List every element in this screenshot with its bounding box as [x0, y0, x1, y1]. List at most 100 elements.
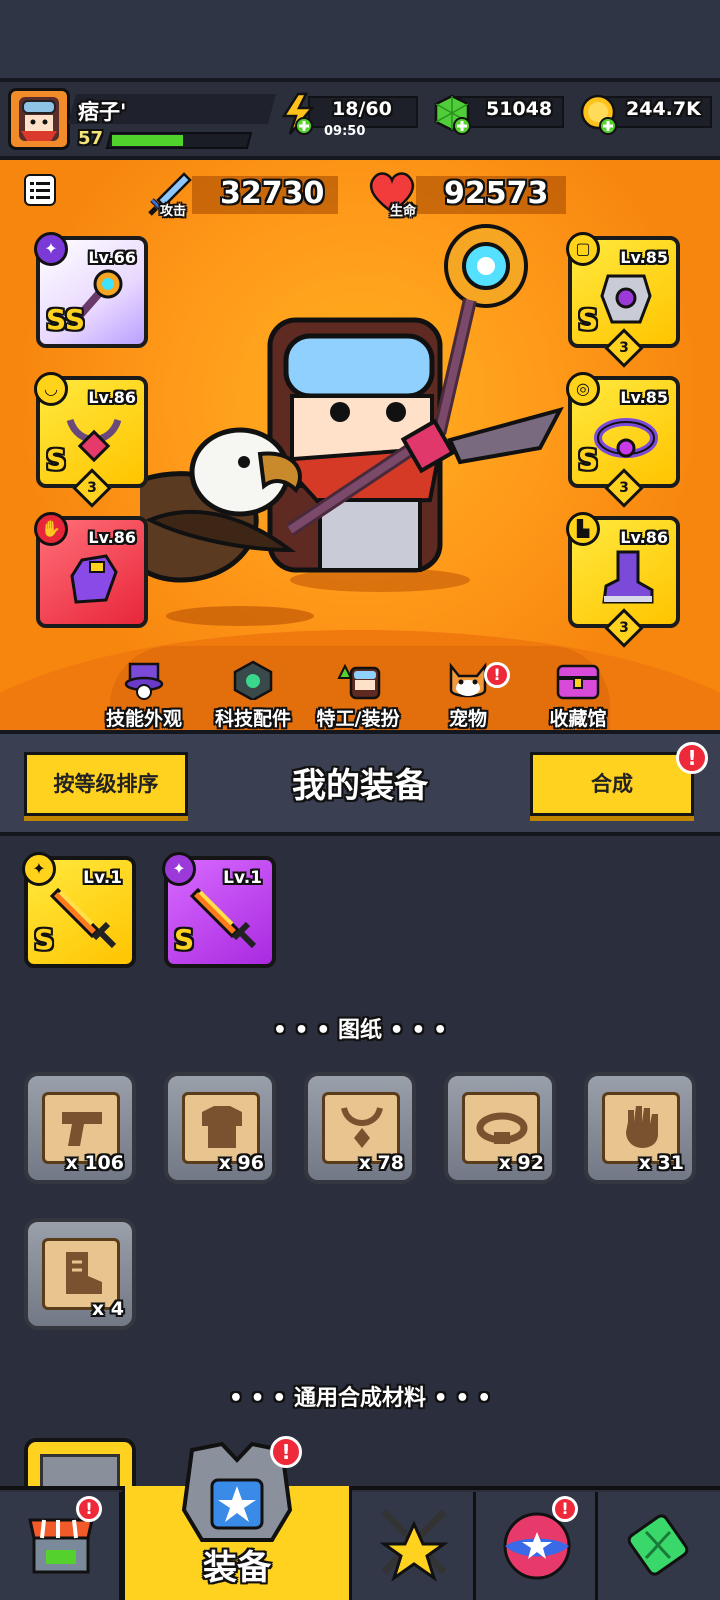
- slot-level: Lv.85: [620, 248, 668, 267]
- pistol-icon: [62, 1112, 102, 1146]
- armor-icon: [600, 274, 652, 324]
- slot-grade: SS: [46, 303, 86, 336]
- nav-label: 宠物: [448, 708, 487, 730]
- materials-section-title: • • • 通用合成材料 • • •: [228, 1386, 492, 1411]
- star-count: 3: [619, 340, 629, 356]
- player-level: 57: [78, 128, 104, 149]
- tab-gene[interactable]: [598, 1492, 720, 1600]
- equip-slot-armor[interactable]: ▢ Lv.85 S 3: [566, 232, 680, 368]
- gold-coin-icon[interactable]: [578, 92, 622, 140]
- tab-battle[interactable]: [352, 1492, 476, 1600]
- slot-level: Lv.86: [88, 528, 136, 547]
- blueprint-count: x 92: [498, 1152, 544, 1174]
- boot-type-icon: ▙: [566, 512, 600, 546]
- blueprint-necklace[interactable]: x 78: [304, 1072, 416, 1184]
- necklace-icon: [341, 1107, 383, 1148]
- inventory-item[interactable]: ✦ Lv.1 S: [162, 852, 276, 968]
- hero-character[interactable]: [97, 200, 580, 634]
- item-grade: S: [34, 923, 55, 956]
- boot-icon: [602, 550, 654, 604]
- shop-alert-badge: !: [76, 1496, 102, 1522]
- star-swords-icon: [379, 1509, 449, 1582]
- tab-shop[interactable]: !: [0, 1492, 122, 1600]
- flame-sword-icon: [50, 887, 117, 949]
- sword-type-icon: ✦: [22, 852, 56, 886]
- material-icon: [40, 1454, 120, 1490]
- weapon-type-icon: ✦: [34, 232, 68, 266]
- energy-timer: 09:50: [324, 124, 366, 139]
- gem-value: 51048: [486, 98, 553, 120]
- nav-agent-outfit[interactable]: 特工/装扮: [310, 660, 406, 731]
- blueprint-boot[interactable]: x 4: [24, 1218, 136, 1330]
- necklace-icon: [66, 418, 122, 463]
- inventory-item[interactable]: ✦ Lv.1 S: [22, 852, 136, 968]
- belt-icon: [594, 418, 658, 458]
- gem-icon[interactable]: [432, 92, 476, 140]
- star-count: 3: [619, 620, 629, 636]
- sword-type-icon: ✦: [162, 852, 196, 886]
- nav-label: 特工/装扮: [316, 708, 400, 730]
- equip-slot-necklace[interactable]: ◡ Lv.86 S 3: [34, 372, 148, 508]
- agent-head-icon: [337, 663, 381, 700]
- material-item[interactable]: [24, 1438, 136, 1490]
- wizard-hat-icon: [124, 662, 164, 700]
- player-avatar[interactable]: [8, 88, 70, 150]
- energy-icon[interactable]: [276, 92, 320, 140]
- equip-slot-gloves[interactable]: ✋ Lv.86: [34, 512, 148, 628]
- belt-icon: [476, 1112, 528, 1144]
- energy-value: 18/60: [332, 98, 392, 120]
- gauntlet-icon: [70, 554, 118, 604]
- item-grade: S: [174, 923, 195, 956]
- merge-button[interactable]: 合成: [530, 752, 694, 816]
- equipment-alert-badge: !: [270, 1436, 302, 1468]
- blueprint-section-title: • • • 图纸 • • •: [272, 1018, 448, 1043]
- slot-level: Lv.86: [620, 528, 668, 547]
- tab-event[interactable]: !: [476, 1492, 598, 1600]
- glove-type-icon: ✋: [34, 512, 68, 546]
- slot-level: Lv.85: [620, 388, 668, 407]
- hexagon-chip-icon: [233, 660, 273, 702]
- slot-level: Lv.66: [88, 248, 136, 267]
- slot-level: Lv.86: [88, 388, 136, 407]
- armor-icon: [202, 1106, 242, 1148]
- blueprint-count: x 78: [358, 1152, 404, 1174]
- dna-capsule-icon: [627, 1514, 689, 1576]
- nav-label: 技能外观: [105, 708, 182, 730]
- pet-alert-badge: !: [484, 662, 510, 688]
- equip-slot-weapon[interactable]: ✦ Lv.66 SS: [34, 232, 148, 348]
- xp-bar-fill: [112, 135, 183, 146]
- gold-value: 244.7K: [626, 98, 701, 120]
- blueprint-count: x 96: [218, 1152, 264, 1174]
- event-alert-badge: !: [552, 1496, 578, 1522]
- nav-skill-skin[interactable]: 技能外观: [100, 660, 188, 731]
- player-name: 痞子': [78, 100, 127, 124]
- blueprint-glove[interactable]: x 31: [584, 1072, 696, 1184]
- nav-label: 科技配件: [214, 708, 291, 730]
- nav-collection[interactable]: 收藏馆: [536, 660, 620, 731]
- star-count: 3: [619, 480, 629, 496]
- belt-type-icon: ◎: [566, 372, 600, 406]
- equip-slot-belt[interactable]: ◎ Lv.85 S 3: [566, 372, 680, 508]
- merge-alert-badge: !: [676, 742, 708, 774]
- blueprint-belt[interactable]: x 92: [444, 1072, 556, 1184]
- star-count: 3: [87, 480, 97, 496]
- menu-list-icon[interactable]: [24, 174, 56, 210]
- flame-sword-icon: [190, 887, 257, 949]
- glove-icon: [626, 1106, 658, 1148]
- nav-label: 收藏馆: [549, 708, 607, 730]
- slot-grade: S: [46, 443, 67, 476]
- blueprint-count: x 31: [638, 1152, 684, 1174]
- equip-slot-boots[interactable]: ▙ Lv.86 3: [566, 512, 680, 648]
- boot-icon: [66, 1252, 102, 1294]
- nav-tech-parts[interactable]: 科技配件: [208, 660, 298, 731]
- armor-type-icon: ▢: [566, 232, 600, 266]
- blueprint-armor[interactable]: x 96: [164, 1072, 276, 1184]
- status-strip: [0, 0, 720, 78]
- treasure-chest-icon: [556, 664, 600, 700]
- slot-grade: S: [578, 303, 599, 336]
- blueprint-count: x 106: [65, 1152, 124, 1174]
- necklace-type-icon: ◡: [34, 372, 68, 406]
- blueprint-count: x 4: [91, 1298, 124, 1320]
- slot-grade: S: [578, 443, 599, 476]
- blueprint-pistol[interactable]: x 106: [24, 1072, 136, 1184]
